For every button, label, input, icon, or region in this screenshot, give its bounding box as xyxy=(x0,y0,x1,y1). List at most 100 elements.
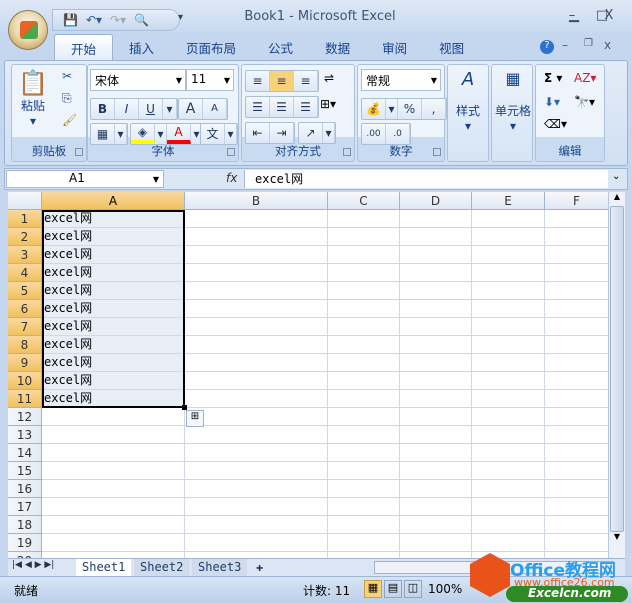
row-header[interactable]: 8 xyxy=(8,336,42,354)
help-icon[interactable]: ? xyxy=(540,40,554,54)
cell[interactable]: excel网 xyxy=(42,336,185,354)
cell[interactable] xyxy=(328,336,400,354)
column-header[interactable]: B xyxy=(185,192,328,210)
cell[interactable] xyxy=(42,426,185,444)
cell[interactable] xyxy=(185,354,328,372)
row-header[interactable]: 4 xyxy=(8,264,42,282)
column-header[interactable]: F xyxy=(545,192,608,210)
cell[interactable] xyxy=(185,408,328,426)
font-size-select[interactable]: 11 ▼ xyxy=(186,69,234,91)
workbook-restore-button[interactable]: ❐ xyxy=(584,38,593,49)
cell[interactable] xyxy=(185,246,328,264)
decrease-indent-button[interactable]: ⇤ xyxy=(246,123,270,143)
cell[interactable] xyxy=(545,336,608,354)
tab-insert[interactable]: 插入 xyxy=(113,34,170,60)
cell[interactable] xyxy=(328,408,400,426)
cell[interactable] xyxy=(545,228,608,246)
cell[interactable] xyxy=(472,372,545,390)
cell[interactable]: excel网 xyxy=(42,246,185,264)
fill-icon[interactable]: ⬇▾ xyxy=(544,95,560,109)
cell[interactable] xyxy=(545,516,608,534)
cell[interactable] xyxy=(185,210,328,228)
increase-indent-button[interactable]: ⇥ xyxy=(270,123,294,143)
cell[interactable] xyxy=(400,336,472,354)
cell[interactable] xyxy=(472,282,545,300)
number-format-select[interactable]: 常规 ▼ xyxy=(361,69,441,91)
cell[interactable] xyxy=(545,318,608,336)
row-header[interactable]: 10 xyxy=(8,372,42,390)
cell[interactable] xyxy=(472,300,545,318)
cell[interactable] xyxy=(400,282,472,300)
normal-view-button[interactable]: ▦ xyxy=(364,580,382,598)
row-header[interactable]: 11 xyxy=(8,390,42,408)
cell[interactable] xyxy=(472,534,545,552)
cell[interactable] xyxy=(185,426,328,444)
increase-decimal-button[interactable]: .00 xyxy=(362,124,386,144)
sheet-tab-sheet1[interactable]: Sheet1 xyxy=(76,559,132,576)
row-header[interactable]: 7 xyxy=(8,318,42,336)
row-header[interactable]: 14 xyxy=(8,444,42,462)
cell[interactable] xyxy=(328,480,400,498)
percent-button[interactable]: % xyxy=(398,99,422,119)
cell[interactable] xyxy=(400,516,472,534)
cell[interactable] xyxy=(328,246,400,264)
worksheet-grid[interactable]: A B C D E F 1 excel网 2 excel网 3 excel网 4 excel网 5 excel… xyxy=(8,192,608,558)
cell[interactable] xyxy=(472,480,545,498)
workbook-minimize-button[interactable]: – xyxy=(562,38,568,52)
styles-button[interactable]: A 样式 ▾ xyxy=(447,64,489,162)
expand-formula-bar-icon[interactable]: ⌄ xyxy=(612,171,620,182)
cell[interactable] xyxy=(472,354,545,372)
cell[interactable] xyxy=(185,498,328,516)
align-bottom-button[interactable]: ≡ xyxy=(294,71,318,91)
underline-dropdown-icon[interactable]: ▾ xyxy=(163,99,177,119)
cell[interactable] xyxy=(472,246,545,264)
row-header[interactable]: 2 xyxy=(8,228,42,246)
cell[interactable] xyxy=(328,498,400,516)
sheet-navigation-buttons[interactable]: |◀ ◀ ▶ ▶| xyxy=(12,560,54,570)
cell[interactable] xyxy=(400,534,472,552)
align-left-button[interactable]: ☰ xyxy=(246,97,270,117)
formula-input[interactable]: excel网 xyxy=(244,170,608,188)
cell[interactable] xyxy=(42,462,185,480)
cell[interactable]: excel网 xyxy=(42,228,185,246)
cell[interactable] xyxy=(400,444,472,462)
row-header[interactable]: 18 xyxy=(8,516,42,534)
cell[interactable] xyxy=(545,354,608,372)
phonetic-button[interactable]: 文 ▾ xyxy=(200,123,238,145)
cell[interactable] xyxy=(400,300,472,318)
row-header[interactable]: 6 xyxy=(8,300,42,318)
cell[interactable]: excel网 xyxy=(42,318,185,336)
cell[interactable] xyxy=(328,210,400,228)
format-painter-icon[interactable]: 🖌 xyxy=(62,113,77,127)
cell[interactable] xyxy=(400,228,472,246)
cell[interactable] xyxy=(328,354,400,372)
workbook-close-button[interactable]: x xyxy=(604,38,611,52)
cell[interactable] xyxy=(328,390,400,408)
name-box[interactable]: A1 ▼ xyxy=(6,170,164,188)
currency-button[interactable]: 💰 xyxy=(362,99,386,119)
cell[interactable] xyxy=(545,264,608,282)
tab-review[interactable]: 审阅 xyxy=(366,34,423,60)
sheet-tab-sheet3[interactable]: Sheet3 xyxy=(192,559,248,576)
cell[interactable] xyxy=(328,462,400,480)
undo-icon[interactable]: ↶▾ xyxy=(86,13,102,27)
cell[interactable] xyxy=(185,444,328,462)
fill-color-button[interactable]: ◈ xyxy=(131,124,155,144)
cell[interactable] xyxy=(545,390,608,408)
align-center-button[interactable]: ☰ xyxy=(270,97,294,117)
cells-button[interactable]: ▦ 单元格 ▾ xyxy=(491,64,533,162)
cell[interactable] xyxy=(400,372,472,390)
italic-button[interactable]: I xyxy=(115,99,139,119)
cell[interactable] xyxy=(42,516,185,534)
row-header[interactable]: 13 xyxy=(8,426,42,444)
cell[interactable] xyxy=(400,426,472,444)
select-all-corner[interactable] xyxy=(8,192,42,210)
underline-button[interactable]: U xyxy=(139,99,163,119)
autosum-button[interactable]: Σ ▾ xyxy=(544,71,562,85)
vertical-scrollbar[interactable]: ▲ ▼ xyxy=(608,192,625,558)
cell[interactable] xyxy=(545,408,608,426)
cut-icon[interactable]: ✂ xyxy=(62,69,72,83)
redo-icon[interactable]: ↷▾ xyxy=(110,13,126,27)
insert-sheet-icon[interactable]: ✚ xyxy=(250,559,269,576)
page-break-view-button[interactable]: ◫ xyxy=(404,580,422,598)
